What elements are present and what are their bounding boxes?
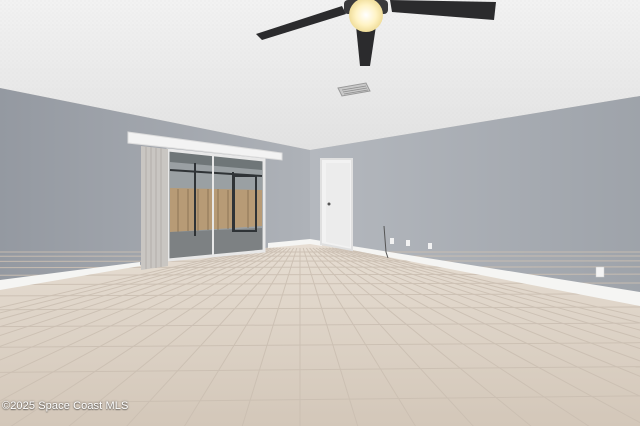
interior-door [320,158,353,252]
door-knob [327,202,331,206]
watermark: ©2025 Space Coast MLS [2,400,129,412]
curtain [141,146,168,270]
room-photo: ©2025 Space Coast MLS [0,0,640,426]
room-illustration [0,0,640,426]
